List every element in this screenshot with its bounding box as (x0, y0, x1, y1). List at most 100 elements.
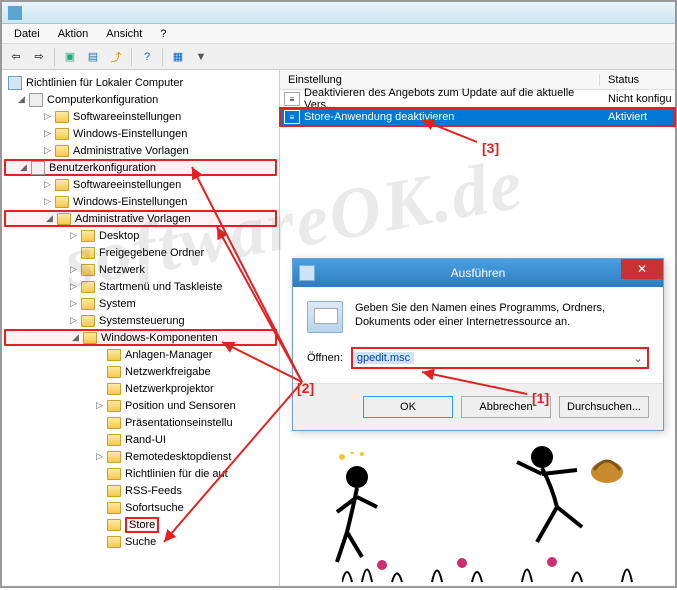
annotation-2: [2] (297, 380, 314, 396)
expand-icon[interactable]: ▷ (94, 451, 105, 462)
tree-desktop[interactable]: Desktop (99, 230, 139, 242)
tree-adm2[interactable]: Administrative Vorlagen (75, 213, 191, 225)
tree-netzfrei[interactable]: Netzwerkfreigabe (125, 366, 211, 378)
tree-suche[interactable]: Suche (125, 536, 156, 548)
export-icon[interactable]: ⤴ (106, 47, 126, 67)
expand-icon[interactable]: ▷ (42, 196, 53, 207)
col-status[interactable]: Status (600, 74, 675, 86)
folder-icon (107, 400, 121, 412)
app-icon (8, 6, 22, 20)
tree-startmenu[interactable]: Startmenü und Taskleiste (99, 281, 222, 293)
ok-button[interactable]: OK (363, 396, 453, 418)
tree-controlpanel[interactable]: Systemsteuerung (99, 315, 185, 327)
tree-rdp[interactable]: Remotedesktopdienst (125, 451, 231, 463)
tree-richt[interactable]: Richtlinien für die aut (125, 468, 228, 480)
col-setting[interactable]: Einstellung (280, 74, 600, 86)
expand-icon[interactable]: ◢ (70, 332, 81, 343)
folder-icon (55, 111, 69, 123)
tree-network[interactable]: Netzwerk (99, 264, 145, 276)
folder-icon (107, 451, 121, 463)
expand-icon[interactable]: ▷ (68, 298, 79, 309)
tree-anlagen[interactable]: Anlagen-Manager (125, 349, 212, 361)
folder-icon (81, 315, 95, 327)
tree-root[interactable]: Richtlinien für Lokaler Computer (26, 77, 183, 89)
browse-button[interactable]: Durchsuchen... (559, 396, 649, 418)
expand-icon[interactable]: ▷ (68, 230, 79, 241)
expand-icon[interactable]: ▷ (42, 111, 53, 122)
tree-netzproj[interactable]: Netzwerkprojektor (125, 383, 214, 395)
tree-system[interactable]: System (99, 298, 136, 310)
expand-icon[interactable]: ◢ (16, 94, 27, 105)
tree-sofort[interactable]: Sofortsuche (125, 502, 184, 514)
dropdown-icon[interactable]: ⌄ (629, 352, 647, 365)
forward-icon[interactable]: ⇨ (29, 47, 49, 67)
close-icon[interactable]: ✕ (621, 259, 663, 279)
expand-icon[interactable]: ▷ (68, 264, 79, 275)
toolbar: ⇦ ⇨ ▣ ▤ ⤴ ? ▦ ▼ (2, 44, 675, 70)
annotation-1: [1] (532, 390, 549, 406)
run-dialog: Ausführen ✕ Geben Sie den Namen eines Pr… (292, 258, 664, 431)
menu-file[interactable]: Datei (6, 26, 48, 42)
folder-icon (107, 349, 121, 361)
tree-adm1[interactable]: Administrative Vorlagen (73, 145, 189, 157)
folder-icon (55, 128, 69, 140)
run-titlebar[interactable]: Ausführen ✕ (293, 259, 663, 287)
run-open-combobox[interactable]: gpedit.msc ⌄ (351, 347, 649, 369)
up-icon[interactable]: ▣ (60, 47, 80, 67)
expand-icon[interactable]: ◢ (18, 162, 29, 173)
tree-win2[interactable]: Windows-Einstellungen (73, 196, 187, 208)
expand-icon[interactable]: ▷ (42, 145, 53, 156)
menu-action[interactable]: Aktion (50, 26, 97, 42)
folder-icon (57, 213, 71, 225)
tree-shared[interactable]: Freigegebene Ordner (99, 247, 204, 259)
list-row-selected[interactable]: ≡ Store-Anwendung deaktivieren Aktiviert (280, 108, 675, 126)
help-icon[interactable]: ? (137, 47, 157, 67)
list-icon[interactable]: ▤ (83, 47, 103, 67)
expand-icon[interactable]: ▷ (42, 179, 53, 190)
folder-icon (81, 247, 95, 259)
folder-icon (107, 366, 121, 378)
props-icon[interactable]: ▦ (168, 47, 188, 67)
folder-icon (83, 332, 97, 344)
run-open-label: Öffnen: (307, 352, 343, 364)
tree-userconf[interactable]: Benutzerkonfiguration (49, 162, 156, 174)
tree-position[interactable]: Position und Sensoren (125, 400, 236, 412)
back-icon[interactable]: ⇦ (6, 47, 26, 67)
menu-help[interactable]: ? (152, 26, 174, 42)
user-config-icon (31, 161, 45, 175)
row2-text: Store-Anwendung deaktivieren (304, 111, 604, 123)
expand-icon[interactable]: ▷ (42, 128, 53, 139)
folder-icon (55, 145, 69, 157)
expand-icon[interactable]: ◢ (44, 213, 55, 224)
list-row[interactable]: ≡ Deaktivieren des Angebots zum Update a… (280, 90, 675, 108)
tree-sw2[interactable]: Softwareeinstellungen (73, 179, 181, 191)
folder-icon (107, 468, 121, 480)
run-open-value: gpedit.msc (353, 352, 414, 364)
policy-tree[interactable]: Richtlinien für Lokaler Computer ◢ Comput… (2, 70, 280, 586)
tree-present[interactable]: Präsentationseinstellu (125, 417, 233, 429)
folder-icon (107, 536, 121, 548)
folder-icon (107, 502, 121, 514)
filter-icon[interactable]: ▼ (191, 47, 211, 67)
tree-randui[interactable]: Rand-UI (125, 434, 166, 446)
expand-icon[interactable]: ▷ (68, 315, 79, 326)
folder-icon (107, 383, 121, 395)
row1-status: Nicht konfigu (608, 93, 672, 105)
run-program-icon (307, 301, 343, 333)
setting-icon: ≡ (284, 92, 300, 106)
tree-store[interactable]: Store (125, 517, 159, 533)
tree-rss[interactable]: RSS-Feeds (125, 485, 182, 497)
tree-compconf[interactable]: Computerkonfiguration (47, 94, 158, 106)
tree-sw1[interactable]: Softwareeinstellungen (73, 111, 181, 123)
folder-icon (81, 264, 95, 276)
folder-icon (107, 519, 121, 531)
expand-icon[interactable]: ▷ (94, 400, 105, 411)
folder-icon (55, 179, 69, 191)
expand-icon[interactable]: ▷ (68, 281, 79, 292)
menu-view[interactable]: Ansicht (98, 26, 150, 42)
run-title-text: Ausführen (451, 266, 506, 280)
tree-win1[interactable]: Windows-Einstellungen (73, 128, 187, 140)
run-title-icon (299, 265, 315, 281)
policy-root-icon (8, 76, 22, 90)
tree-wincomp[interactable]: Windows-Komponenten (101, 332, 218, 344)
